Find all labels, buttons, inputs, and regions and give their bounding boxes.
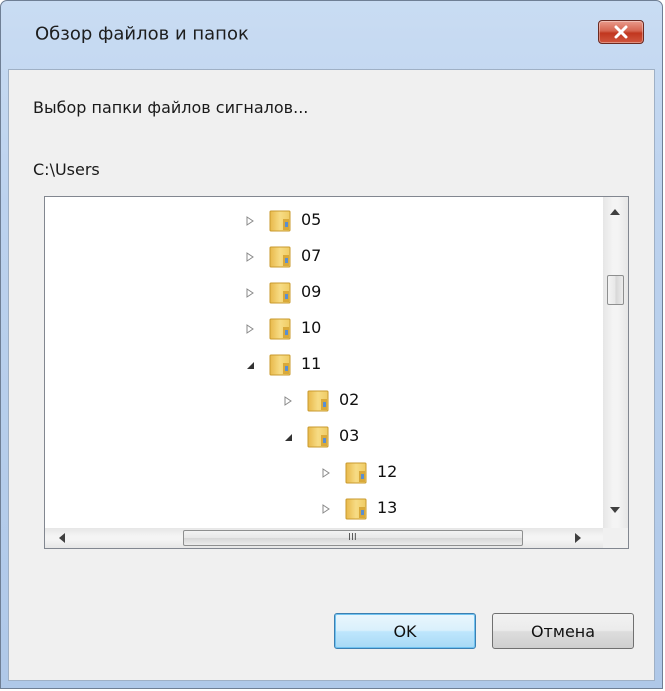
collapsed-arrow-icon[interactable] — [321, 504, 331, 514]
tree-item-label: 07 — [301, 246, 322, 265]
vertical-scroll-thumb[interactable] — [607, 275, 624, 305]
tree-item[interactable]: 12 — [321, 457, 441, 487]
title-bar[interactable]: Обзор файлов и папок — [1, 1, 662, 49]
folder-icon — [269, 210, 291, 232]
tree-item-label: 11 — [301, 354, 322, 373]
tree-item-label: 02 — [339, 390, 360, 409]
folder-tree[interactable]: 05 07 09 10 11 02 03 12 13 III — [44, 196, 629, 549]
folder-icon — [345, 462, 367, 484]
tree-item[interactable]: 13 — [321, 493, 441, 523]
collapsed-arrow-icon[interactable] — [245, 216, 255, 226]
ok-button[interactable]: OK — [334, 613, 476, 649]
tree-item-label: 03 — [339, 426, 360, 445]
tree-item[interactable]: 09 — [245, 277, 365, 307]
tree-item-label: 09 — [301, 282, 322, 301]
folder-icon — [269, 246, 291, 268]
folder-icon — [307, 390, 329, 412]
cancel-button[interactable]: Отмена — [492, 613, 634, 649]
folder-icon — [345, 498, 367, 520]
tree-item-label: 05 — [301, 210, 322, 229]
tree-item-label: 12 — [377, 462, 398, 481]
close-icon — [614, 25, 628, 39]
scroll-down-arrow-icon[interactable] — [610, 507, 620, 513]
scroll-grip-icon: III — [348, 532, 357, 543]
folder-icon — [307, 426, 329, 448]
close-button[interactable] — [598, 20, 644, 44]
collapsed-arrow-icon[interactable] — [245, 324, 255, 334]
tree-item-label: 10 — [301, 318, 322, 337]
tree-item[interactable]: 02 — [283, 385, 403, 415]
folder-icon — [269, 282, 291, 304]
tree-item[interactable]: 07 — [245, 241, 365, 271]
tree-item[interactable]: 10 — [245, 313, 365, 343]
vertical-scrollbar[interactable] — [603, 197, 628, 528]
collapsed-arrow-icon[interactable] — [321, 468, 331, 478]
folder-icon — [269, 318, 291, 340]
expanded-arrow-icon[interactable] — [245, 360, 255, 370]
tree-item[interactable]: 11 — [245, 349, 365, 379]
window-title: Обзор файлов и папок — [35, 23, 249, 45]
scroll-corner — [603, 528, 628, 548]
expanded-arrow-icon[interactable] — [283, 432, 293, 442]
dialog-body: Выбор папки файлов сигналов... C:\Users … — [8, 69, 655, 681]
description-text: Выбор папки файлов сигналов... — [33, 98, 309, 117]
scroll-left-arrow-icon[interactable] — [59, 533, 65, 543]
tree-item-label: 13 — [377, 498, 398, 517]
scroll-right-arrow-icon[interactable] — [575, 533, 581, 543]
collapsed-arrow-icon[interactable] — [283, 396, 293, 406]
current-path: C:\Users — [33, 160, 100, 179]
horizontal-scrollbar[interactable]: III — [45, 528, 603, 548]
horizontal-scroll-thumb[interactable]: III — [183, 530, 523, 546]
folder-icon — [269, 354, 291, 376]
collapsed-arrow-icon[interactable] — [245, 252, 255, 262]
collapsed-arrow-icon[interactable] — [245, 288, 255, 298]
scroll-up-arrow-icon[interactable] — [610, 209, 620, 215]
tree-item[interactable]: 05 — [245, 205, 365, 235]
tree-item[interactable]: 03 — [283, 421, 403, 451]
